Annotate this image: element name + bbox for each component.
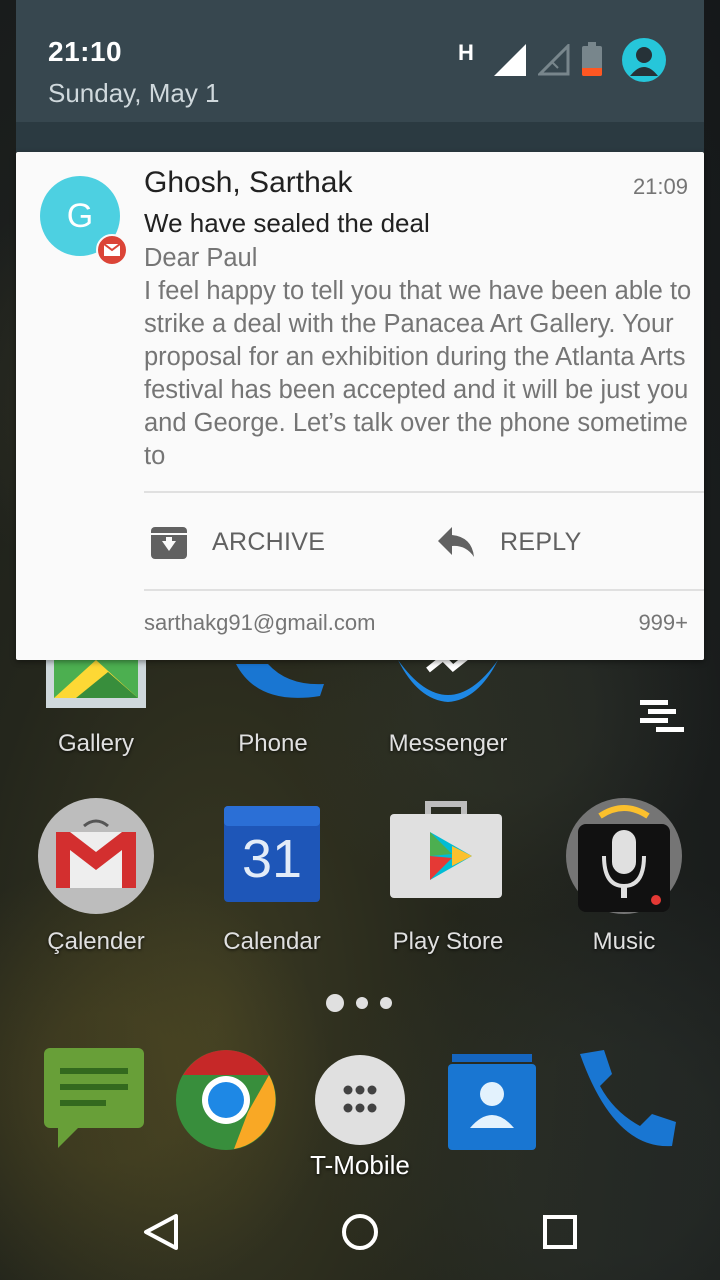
navigation-bar: [0, 1184, 720, 1280]
carrier-label: T-Mobile: [310, 1150, 410, 1180]
archive-label: ARCHIVE: [212, 527, 326, 556]
lines-icon[interactable]: [638, 700, 686, 734]
page-dot[interactable]: [380, 997, 392, 1009]
sender-name: Ghosh, Sarthak: [144, 166, 353, 199]
app-label-music: Music: [592, 928, 656, 955]
messages-icon[interactable]: [44, 1048, 146, 1148]
home-icon[interactable]: [340, 1212, 380, 1252]
divider: [144, 491, 704, 493]
email-subject: We have sealed the deal: [144, 208, 430, 238]
date-label[interactable]: Sunday, May 1: [48, 78, 220, 109]
app-label-play-store: Play Store: [392, 928, 504, 955]
gmail-badge-icon: [96, 234, 128, 266]
contacts-icon[interactable]: [448, 1054, 536, 1150]
battery-icon: [582, 42, 602, 76]
user-avatar-icon[interactable]: [622, 38, 666, 82]
app-label-calendar: Calendar: [223, 928, 321, 955]
gmail-icon[interactable]: [36, 796, 156, 916]
chrome-icon[interactable]: [174, 1048, 278, 1152]
reply-button[interactable]: REPLY: [436, 518, 582, 566]
app-label-gallery: Gallery: [57, 730, 135, 757]
archive-icon: [151, 527, 187, 559]
phone-dock-icon[interactable]: [574, 1046, 680, 1152]
play-store-icon[interactable]: [390, 796, 502, 900]
page-dot[interactable]: [356, 997, 368, 1009]
divider: [144, 589, 704, 591]
network-type-label: H: [458, 40, 474, 65]
calendar-day: 31: [241, 829, 303, 889]
account-email: sarthakg91@gmail.com: [144, 610, 376, 635]
gmail-notification[interactable]: G Ghosh, Sarthak 21:09 We have sealed th…: [16, 152, 704, 660]
recents-icon[interactable]: [540, 1212, 580, 1252]
notification-time: 21:09: [632, 174, 688, 199]
app-drawer-icon[interactable]: [314, 1054, 406, 1146]
reply-icon: [438, 527, 474, 557]
app-label-phone: Phone: [238, 730, 308, 757]
unread-count: 999+: [638, 610, 688, 635]
email-body: Dear Paul I feel happy to tell you that …: [144, 244, 692, 470]
back-icon[interactable]: [140, 1212, 180, 1252]
cell-signal-icon: [494, 44, 526, 76]
app-label-calender: Çalender: [47, 928, 145, 955]
page-indicator: [326, 994, 404, 1012]
archive-button[interactable]: ARCHIVE: [150, 518, 325, 566]
reply-label: REPLY: [500, 527, 582, 556]
page-dot-active[interactable]: [326, 994, 344, 1012]
shade-handle: [16, 122, 704, 152]
clock: 21:10: [48, 36, 123, 67]
app-label-messenger: Messenger: [388, 730, 508, 757]
microphone-icon[interactable]: [564, 796, 684, 916]
wifi-signal-icon: [538, 44, 570, 76]
calendar-icon[interactable]: 31: [224, 806, 320, 902]
